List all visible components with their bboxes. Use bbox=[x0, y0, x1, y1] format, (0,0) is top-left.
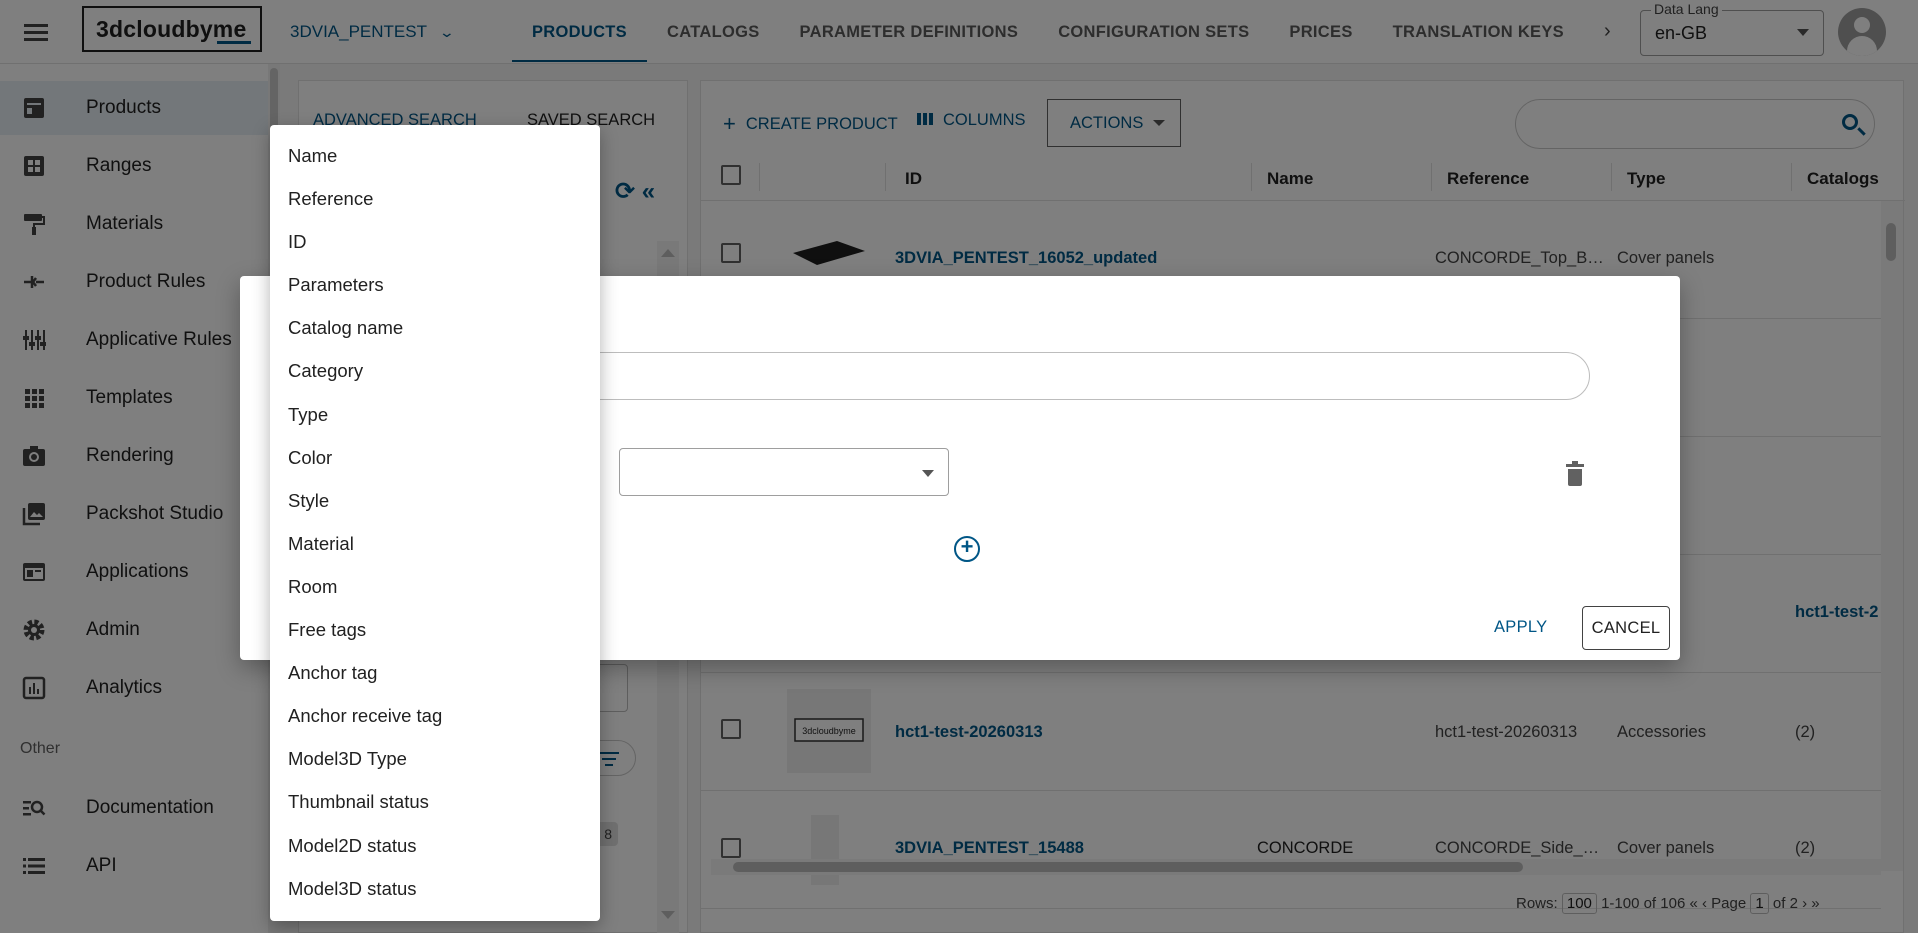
field-dropdown-menu: Name Reference ID Parameters Catalog nam… bbox=[270, 125, 600, 921]
trash-icon[interactable] bbox=[1566, 461, 1584, 486]
menu-item-reference[interactable]: Reference bbox=[270, 176, 600, 219]
add-circle-icon[interactable]: + bbox=[954, 536, 980, 562]
menu-item-free-tags[interactable]: Free tags bbox=[270, 607, 600, 650]
menu-item-catalog-name[interactable]: Catalog name bbox=[270, 305, 600, 348]
menu-item-parameters[interactable]: Parameters bbox=[270, 262, 600, 305]
menu-item-material[interactable]: Material bbox=[270, 521, 600, 564]
menu-item-style[interactable]: Style bbox=[270, 478, 600, 521]
menu-item-category[interactable]: Category bbox=[270, 348, 600, 391]
menu-item-model3d-status[interactable]: Model3D status bbox=[270, 866, 600, 909]
menu-item-thumbnail-status[interactable]: Thumbnail status bbox=[270, 779, 600, 822]
menu-item-anchor-receive-tag[interactable]: Anchor receive tag bbox=[270, 693, 600, 736]
cancel-button[interactable]: CANCEL bbox=[1582, 606, 1670, 650]
apply-button[interactable]: APPLY bbox=[1494, 618, 1547, 637]
operator-select[interactable] bbox=[619, 448, 949, 496]
menu-item-type[interactable]: Type bbox=[270, 392, 600, 435]
menu-item-model3d-type[interactable]: Model3D Type bbox=[270, 736, 600, 779]
menu-item-id[interactable]: ID bbox=[270, 219, 600, 262]
menu-item-color[interactable]: Color bbox=[270, 435, 600, 478]
menu-item-name[interactable]: Name bbox=[270, 133, 600, 176]
menu-item-model2d-status[interactable]: Model2D status bbox=[270, 823, 600, 866]
menu-item-anchor-tag[interactable]: Anchor tag bbox=[270, 650, 600, 693]
menu-item-room[interactable]: Room bbox=[270, 564, 600, 607]
dropdown-caret-icon bbox=[922, 470, 934, 477]
